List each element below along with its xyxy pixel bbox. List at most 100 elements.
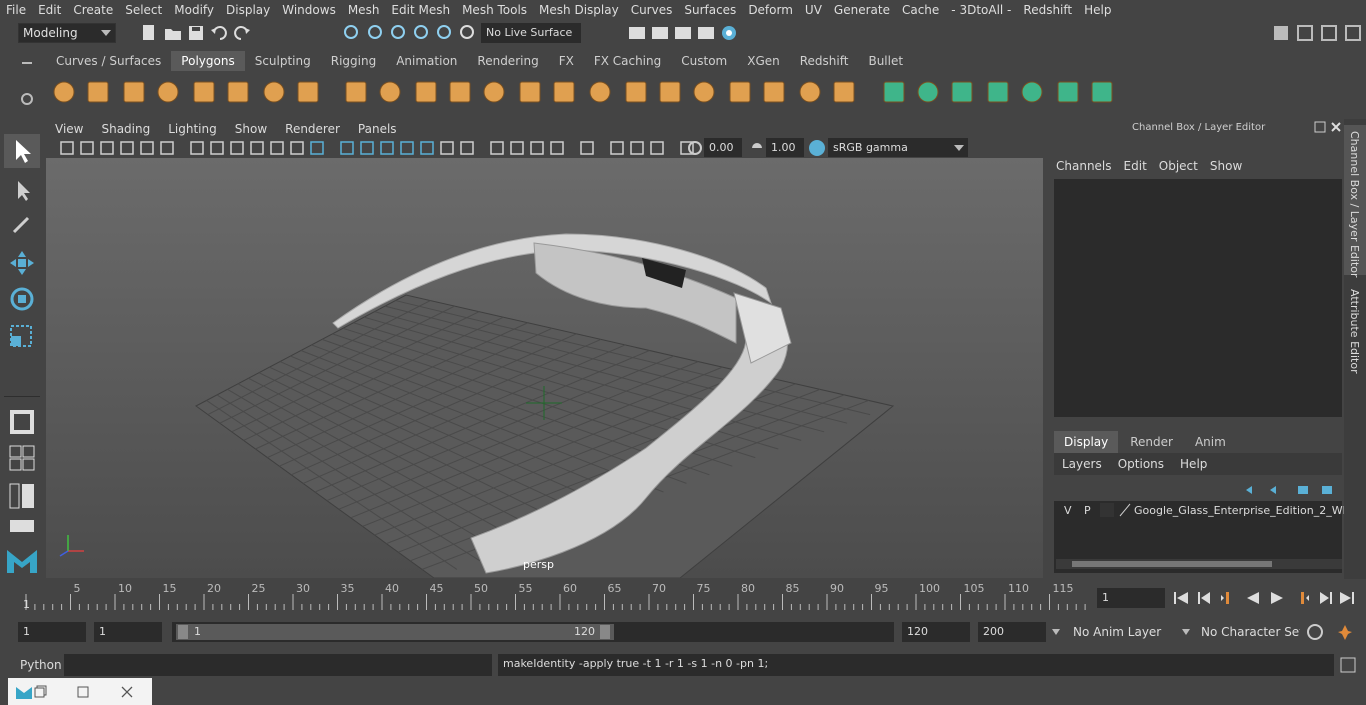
snap-curve-icon[interactable] [367, 24, 385, 42]
new-layer-icon[interactable] [1294, 482, 1310, 498]
viewport-menu-shading[interactable]: Shading [92, 119, 159, 139]
tab-curves-surfaces[interactable]: Curves / Surfaces [46, 51, 171, 71]
select-tool-button[interactable] [4, 134, 40, 168]
tab-attribute-editor[interactable]: Attribute Editor [1344, 285, 1366, 375]
go-to-end-icon[interactable] [1338, 589, 1356, 607]
snap-surface-icon[interactable] [436, 24, 454, 42]
layer-playback-toggle[interactable]: P [1084, 504, 1091, 517]
backface-icon[interactable] [628, 139, 646, 157]
scene-start-field[interactable]: 1 [18, 622, 86, 642]
camera-select-icon[interactable] [58, 139, 76, 157]
layout-preset-icon[interactable] [8, 518, 36, 534]
tab-rigging[interactable]: Rigging [321, 51, 386, 71]
boolean-icon[interactable] [516, 78, 544, 106]
scrollbar-thumb[interactable] [1072, 561, 1272, 567]
tab-custom[interactable]: Custom [671, 51, 737, 71]
menu-surfaces[interactable]: Surfaces [678, 0, 742, 20]
menu-modify[interactable]: Modify [168, 0, 220, 20]
layer-row[interactable]: V P Google_Glass_Enterprise_Edition_2_Wh [1056, 501, 1350, 521]
range-start-grip[interactable] [178, 625, 188, 639]
scene-end-field[interactable]: 200 [978, 622, 1046, 642]
tab-animation[interactable]: Animation [386, 51, 467, 71]
separate-icon[interactable] [376, 78, 404, 106]
single-view-layout-icon[interactable] [8, 408, 36, 436]
camera-attr-icon[interactable] [78, 139, 96, 157]
close-icon[interactable] [120, 685, 134, 699]
menu-generate[interactable]: Generate [828, 0, 896, 20]
color-management-icon[interactable] [808, 139, 826, 157]
layer-name[interactable]: Google_Glass_Enterprise_Edition_2_Wh [1134, 504, 1350, 517]
anim-layer-dropdown[interactable]: No Anim Layer [1068, 622, 1174, 642]
language-label[interactable]: Python [20, 658, 62, 672]
image-plane-icon[interactable] [118, 139, 136, 157]
layer-tab-anim[interactable]: Anim [1185, 431, 1236, 453]
menu-deform[interactable]: Deform [742, 0, 799, 20]
poly-pyramid-icon[interactable] [260, 78, 288, 106]
automatic-uv-icon[interactable] [948, 78, 976, 106]
menu-cache[interactable]: Cache [896, 0, 945, 20]
channelbox-menu-channels[interactable]: Channels [1056, 159, 1124, 173]
anti-alias-icon[interactable] [508, 139, 526, 157]
grid-toggle-icon[interactable] [188, 139, 206, 157]
workspace-icon[interactable] [1272, 24, 1290, 42]
offset-edge-loop-icon[interactable] [796, 78, 824, 106]
tool-settings-toggle-icon[interactable] [1320, 24, 1338, 42]
viewport-menu-show[interactable]: Show [226, 119, 276, 139]
tab-bullet[interactable]: Bullet [858, 51, 913, 71]
shelf-settings-icon[interactable] [18, 90, 36, 108]
add-divisions-icon[interactable] [830, 78, 858, 106]
menu-uv[interactable]: UV [799, 0, 828, 20]
channel-box-area[interactable] [1054, 179, 1342, 417]
menu-edit-mesh[interactable]: Edit Mesh [385, 0, 456, 20]
slide-edge-icon[interactable] [726, 78, 754, 106]
fill-hole-icon[interactable] [880, 78, 908, 106]
move-layer-down-icon[interactable] [1268, 482, 1284, 498]
multicut-icon[interactable] [656, 78, 684, 106]
channelbox-menu-edit[interactable]: Edit [1124, 159, 1159, 173]
xray-joints-icon[interactable] [608, 139, 626, 157]
screen-ao-icon[interactable] [458, 139, 476, 157]
resolution-gate-icon[interactable] [228, 139, 246, 157]
channel-box-toggle-icon[interactable] [1344, 24, 1362, 42]
live-surface-field[interactable]: No Live Surface [481, 23, 581, 43]
smooth-icon[interactable] [480, 78, 508, 106]
layer-menu-help[interactable]: Help [1172, 457, 1215, 471]
insert-edge-loop-icon[interactable] [760, 78, 788, 106]
safe-title-icon[interactable] [308, 139, 326, 157]
safe-action-icon[interactable] [288, 139, 306, 157]
menu-select[interactable]: Select [119, 0, 168, 20]
menu-curves[interactable]: Curves [625, 0, 679, 20]
gate-mask-icon[interactable] [248, 139, 266, 157]
play-backward-icon[interactable] [1244, 589, 1262, 607]
step-back-icon[interactable] [1196, 589, 1214, 607]
play-forward-icon[interactable] [1268, 589, 1286, 607]
save-scene-icon[interactable] [187, 24, 205, 42]
poly-cone-icon[interactable] [154, 78, 182, 106]
menu-create[interactable]: Create [67, 0, 119, 20]
character-set-dropdown[interactable]: No Character Set [1196, 622, 1300, 642]
tab-fx[interactable]: FX [549, 51, 584, 71]
target-weld-icon[interactable] [690, 78, 718, 106]
float-panel-icon[interactable] [1314, 121, 1326, 133]
script-editor-icon[interactable] [1340, 657, 1356, 673]
outliner-layout-icon[interactable] [8, 482, 36, 510]
tab-redshift[interactable]: Redshift [790, 51, 859, 71]
motion-blur-icon[interactable] [488, 139, 506, 157]
tab-polygons[interactable]: Polygons [171, 51, 245, 71]
extract-icon[interactable] [412, 78, 440, 106]
poly-cube-icon[interactable] [84, 78, 112, 106]
menu-3dtoall[interactable]: - 3DtoAll - [945, 0, 1017, 20]
render-settings-icon[interactable] [697, 24, 715, 42]
undo-icon[interactable] [210, 24, 228, 42]
viewport-menu-renderer[interactable]: Renderer [276, 119, 349, 139]
menu-mesh-display[interactable]: Mesh Display [533, 0, 625, 20]
menu-redshift[interactable]: Redshift [1017, 0, 1078, 20]
poly-torus-icon[interactable] [224, 78, 252, 106]
four-view-layout-icon[interactable] [8, 444, 36, 472]
step-back-key-icon[interactable] [1220, 589, 1238, 607]
mode-selector[interactable]: Modeling [18, 23, 116, 43]
paint-select-icon[interactable] [6, 210, 38, 240]
bookmark-icon[interactable] [98, 139, 116, 157]
viewport-menu-lighting[interactable]: Lighting [159, 119, 226, 139]
command-input[interactable] [64, 654, 492, 676]
